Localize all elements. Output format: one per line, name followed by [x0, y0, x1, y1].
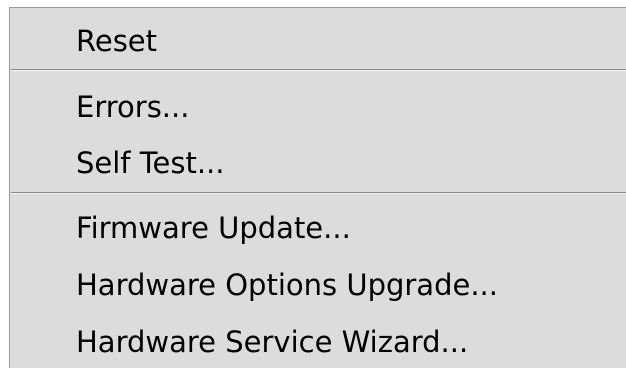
context-menu: Reset Errors... Self Test... Firmware Up… [9, 7, 626, 368]
menu-item-errors[interactable]: Errors... [76, 83, 189, 131]
menu-item-reset[interactable]: Reset [76, 17, 157, 65]
menu-separator [11, 69, 626, 71]
menu-item-hardware-service-wizard[interactable]: Hardware Service Wizard... [76, 318, 468, 366]
menu-separator [11, 192, 626, 194]
menu-item-hardware-options-upgrade[interactable]: Hardware Options Upgrade... [76, 261, 498, 309]
menu-item-firmware-update[interactable]: Firmware Update... [76, 204, 351, 252]
menu-item-self-test[interactable]: Self Test... [76, 139, 225, 187]
